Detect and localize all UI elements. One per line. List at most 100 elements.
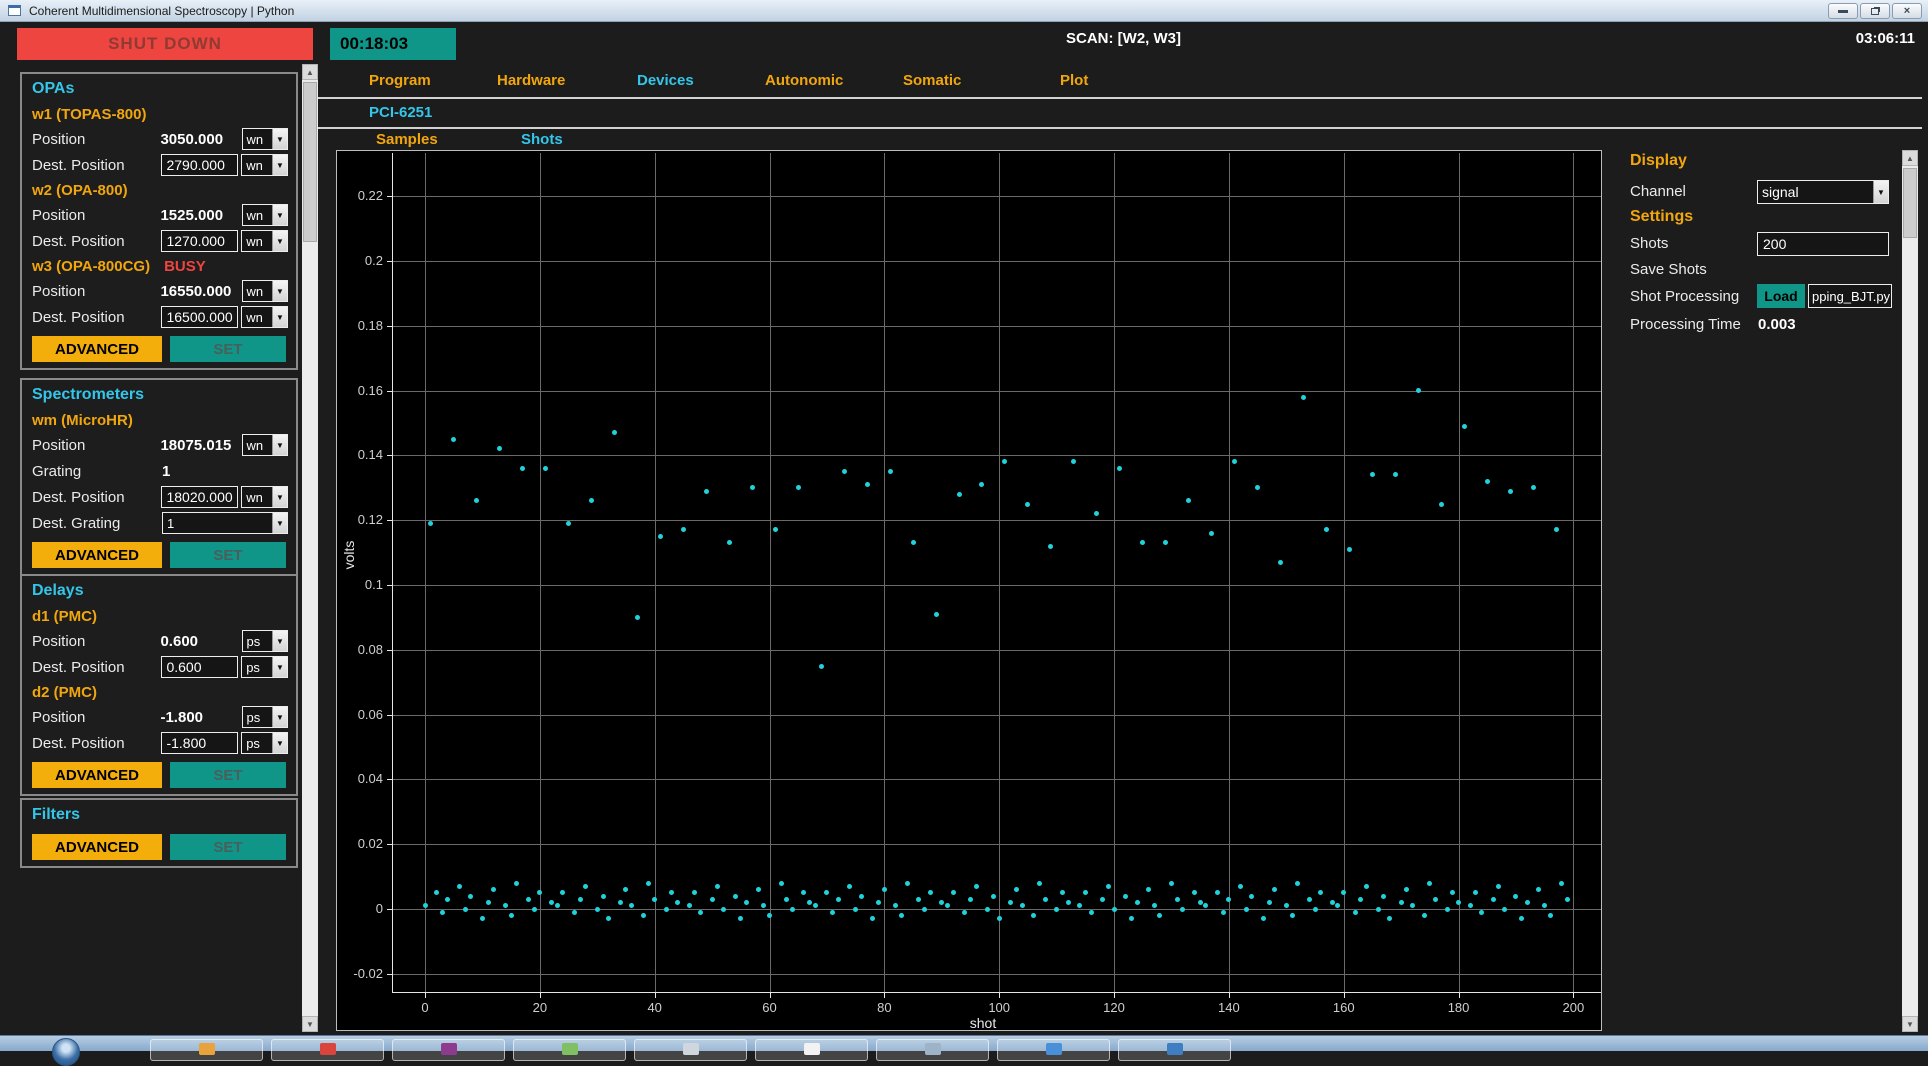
set-button[interactable]: SET: [170, 336, 286, 362]
data-point: [686, 903, 692, 909]
scroll-down-icon[interactable]: ▼: [302, 1016, 318, 1032]
chevron-down-icon[interactable]: ▼: [272, 733, 287, 753]
tab-plot[interactable]: Plot: [1060, 72, 1088, 89]
vertical-gridline: [769, 153, 771, 992]
chevron-down-icon[interactable]: ▼: [272, 435, 287, 455]
units-select[interactable]: ps ▼: [241, 732, 288, 754]
data-point: [726, 540, 732, 546]
subtab-samples[interactable]: Samples: [376, 131, 438, 148]
units-select[interactable]: wn ▼: [241, 486, 288, 508]
gray-app-taskbar-button[interactable]: [876, 1039, 989, 1061]
units-select[interactable]: ps ▼: [241, 656, 288, 678]
chevron-down-icon[interactable]: ▼: [272, 281, 287, 301]
dest-position-row: Dest. Position -1.800 ps ▼: [32, 730, 288, 756]
advanced-button[interactable]: ADVANCED: [32, 762, 162, 788]
tab-program[interactable]: Program: [369, 72, 431, 89]
units-select[interactable]: wn ▼: [241, 230, 288, 252]
blue-window-app-taskbar-button[interactable]: [997, 1039, 1110, 1061]
current-value: -1.800: [160, 708, 204, 726]
data-point: [1329, 900, 1335, 906]
section-filters: Filters ADVANCED SET: [20, 798, 298, 868]
media-red-app-icon: [319, 1043, 336, 1055]
tab-somatic[interactable]: Somatic: [903, 72, 961, 89]
minimize-button-icon[interactable]: [1828, 3, 1858, 19]
destination-input[interactable]: 2790.000: [161, 154, 239, 176]
chevron-down-icon[interactable]: ▼: [272, 155, 287, 175]
destination-input[interactable]: 1270.000: [161, 230, 239, 252]
y-tick-label: 0.06: [357, 706, 383, 722]
tab-pci-6251[interactable]: PCI-6251: [369, 104, 432, 121]
white-app-taskbar-button[interactable]: [755, 1039, 868, 1061]
window-title: Coherent Multidimensional Spectroscopy |…: [29, 3, 295, 18]
chevron-down-icon[interactable]: ▼: [272, 205, 287, 225]
units-select[interactable]: ps ▼: [241, 706, 288, 728]
set-button[interactable]: SET: [170, 762, 286, 788]
horizontal-gridline: [392, 520, 1601, 522]
tab-hardware[interactable]: Hardware: [497, 72, 565, 89]
blue-app-taskbar-button[interactable]: [1118, 1039, 1231, 1061]
right-scrollbar[interactable]: ▲ ▼: [1902, 150, 1918, 1032]
load-button[interactable]: Load: [1757, 284, 1805, 308]
advanced-button[interactable]: ADVANCED: [32, 542, 162, 568]
chevron-down-icon[interactable]: ▼: [272, 657, 287, 677]
y-tick-label: 0.18: [357, 317, 383, 333]
grating-select[interactable]: 1 ▼: [162, 512, 288, 534]
y-axis-label: volts: [341, 540, 357, 569]
channel-select[interactable]: signal ▼: [1757, 180, 1889, 204]
shutdown-button[interactable]: SHUT DOWN: [17, 28, 313, 60]
advanced-button[interactable]: ADVANCED: [32, 834, 162, 860]
scroll-up-icon[interactable]: ▲: [302, 64, 318, 80]
field-label: Position: [32, 206, 86, 224]
units-select[interactable]: wn ▼: [241, 280, 288, 302]
shots-input[interactable]: 200: [1757, 232, 1889, 256]
green-app-taskbar-button[interactable]: [513, 1039, 626, 1061]
left-scrollbar[interactable]: ▲ ▼: [302, 64, 318, 1032]
tab-devices[interactable]: Devices: [637, 72, 694, 89]
data-point: [939, 900, 945, 906]
units-select[interactable]: ps ▼: [241, 630, 288, 652]
taskbar[interactable]: [0, 1035, 1928, 1066]
subtab-shots[interactable]: Shots: [521, 131, 563, 148]
folder-app-taskbar-button[interactable]: [150, 1039, 263, 1061]
data-point: [617, 900, 623, 906]
shots-scatter-plot[interactable]: volts shot -0.02 0 0.02 0.04 0.06 0.08 0.1 0.12…: [336, 150, 1602, 1031]
data-point: [847, 883, 853, 889]
restore-button-icon[interactable]: [1860, 3, 1890, 19]
units-select[interactable]: wn ▼: [241, 204, 288, 226]
chevron-down-icon[interactable]: ▼: [272, 631, 287, 651]
processing-file-input[interactable]: pping_BJT.py: [1808, 284, 1892, 308]
right-scrollbar-thumb[interactable]: [1903, 168, 1917, 238]
destination-input[interactable]: 18020.000: [161, 486, 239, 508]
set-button[interactable]: SET: [170, 542, 286, 568]
tab-autonomic[interactable]: Autonomic: [765, 72, 843, 89]
chevron-down-icon[interactable]: ▼: [272, 513, 287, 533]
chevron-down-icon[interactable]: ▼: [272, 707, 287, 727]
chevron-down-icon[interactable]: ▼: [272, 487, 287, 507]
destination-input[interactable]: -1.800: [161, 732, 239, 754]
data-point: [1479, 909, 1485, 915]
units-select[interactable]: wn ▼: [241, 434, 288, 456]
data-point: [1392, 472, 1398, 478]
scroll-down-icon[interactable]: ▼: [1902, 1016, 1918, 1032]
units-select[interactable]: wn ▼: [241, 154, 288, 176]
units-select[interactable]: wn ▼: [241, 128, 288, 150]
purple-app-taskbar-button[interactable]: [392, 1039, 505, 1061]
start-button-icon[interactable]: [52, 1038, 80, 1066]
media-red-app-taskbar-button[interactable]: [271, 1039, 384, 1061]
left-scrollbar-thumb[interactable]: [303, 82, 317, 242]
close-button-icon[interactable]: ×: [1892, 3, 1922, 19]
chevron-down-icon[interactable]: ▼: [272, 231, 287, 251]
chevron-down-icon[interactable]: ▼: [1873, 181, 1888, 203]
data-point: [680, 527, 686, 533]
chevron-down-icon[interactable]: ▼: [272, 129, 287, 149]
chevron-down-icon[interactable]: ▼: [272, 307, 287, 327]
destination-input[interactable]: 0.600: [161, 656, 239, 678]
units-select[interactable]: wn ▼: [241, 306, 288, 328]
y-tick-mark: [387, 390, 393, 392]
scroll-up-icon[interactable]: ▲: [1902, 150, 1918, 166]
destination-input[interactable]: 16500.000: [161, 306, 239, 328]
set-button[interactable]: SET: [170, 834, 286, 860]
silver-app-taskbar-button[interactable]: [634, 1039, 747, 1061]
data-point: [715, 883, 721, 889]
advanced-button[interactable]: ADVANCED: [32, 336, 162, 362]
